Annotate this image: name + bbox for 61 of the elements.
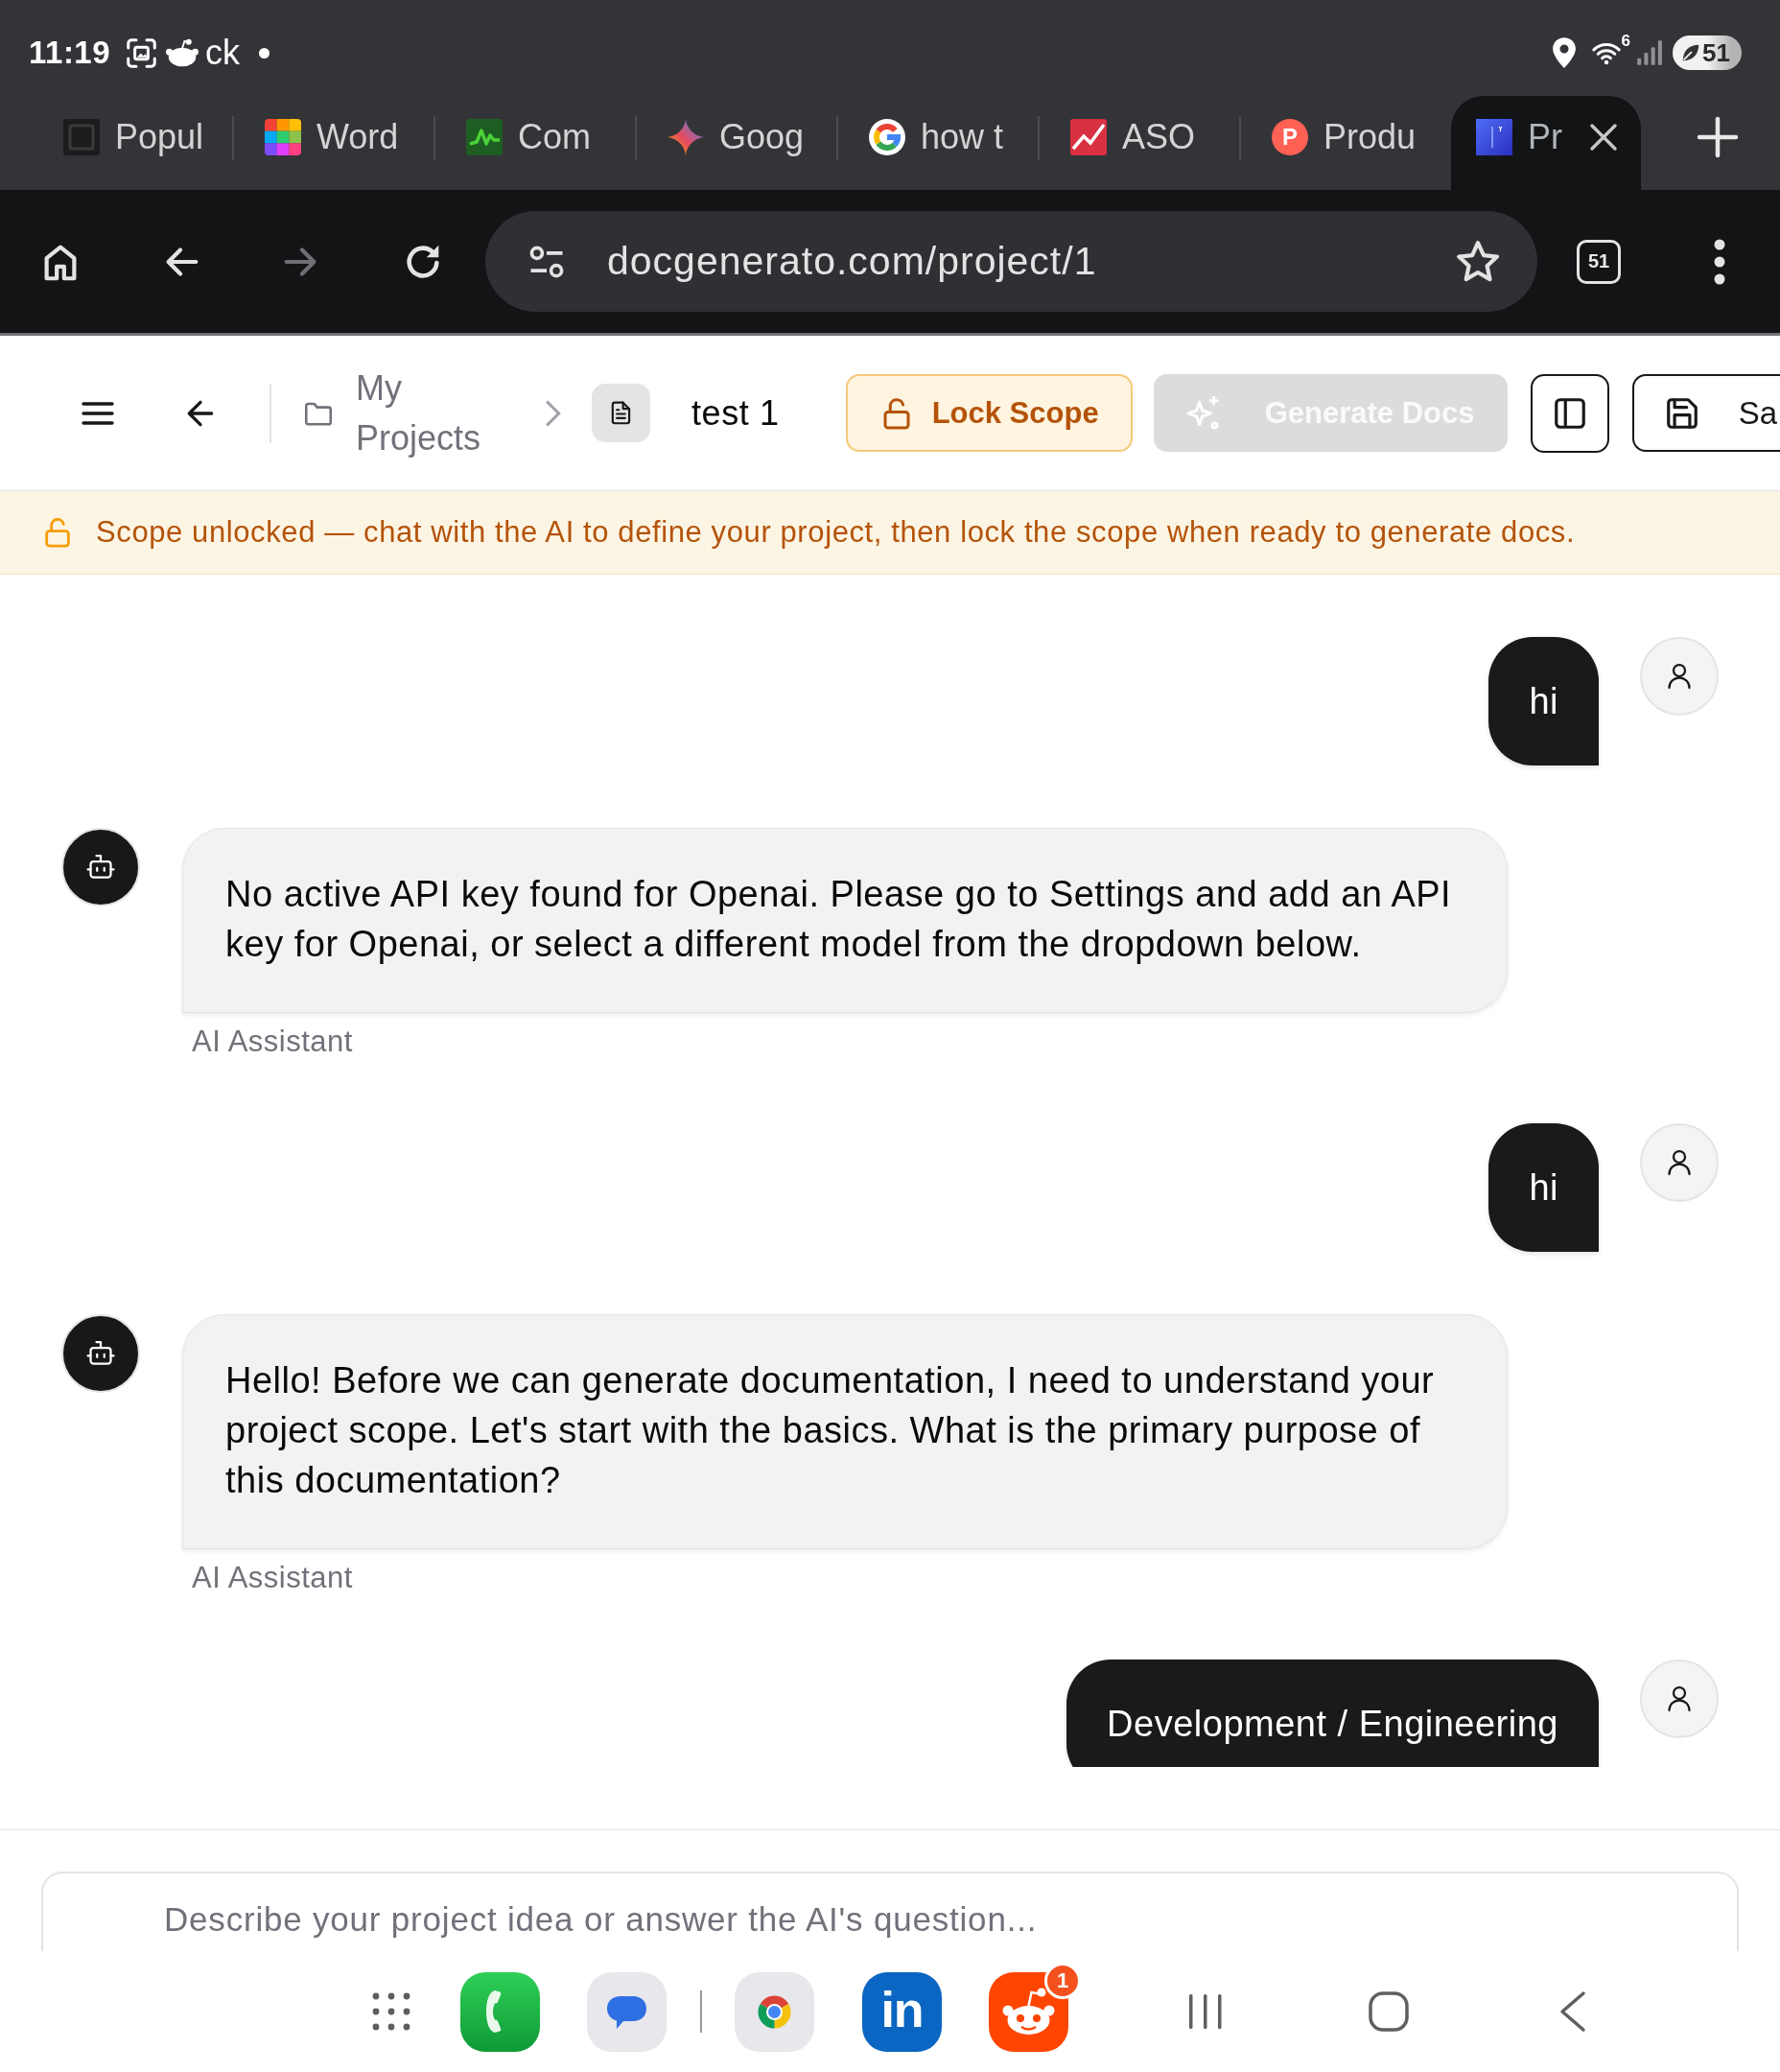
phone-app-icon[interactable] (460, 1971, 540, 2052)
back-chevron-icon[interactable] (1558, 1990, 1587, 2033)
user-message: hi (1488, 1123, 1599, 1252)
robot-avatar-icon (61, 1314, 140, 1393)
lock-scope-button[interactable]: Lock Scope (845, 374, 1133, 452)
browser-tab[interactable]: how t (838, 96, 1038, 190)
breadcrumb-link[interactable]: My Projects (302, 363, 495, 463)
tab-switcher-button[interactable]: 51 (1577, 239, 1621, 284)
signal-icon (1636, 39, 1663, 66)
browser-tab[interactable]: Word (234, 96, 433, 190)
favicon-letter: P (1272, 119, 1308, 155)
assistant-message: No active API key found for Openai. Please go to Settings and add an API key for Openai, or select a different model from the dropdown below. (182, 828, 1508, 1013)
browser-tab[interactable]: P Produ (1241, 96, 1440, 190)
more-menu-icon[interactable] (1712, 238, 1727, 285)
robot-avatar-icon (61, 828, 140, 906)
battery-percent: 51 (1702, 37, 1730, 68)
color-grid-icon (265, 119, 301, 155)
browser-tab[interactable]: Pr (1451, 96, 1641, 190)
g-letter-logo-icon (869, 119, 905, 155)
dot-icon (259, 47, 270, 59)
home-button-icon[interactable] (1369, 1991, 1409, 2032)
browser-tab[interactable]: ASO (1040, 96, 1239, 190)
status-time: 11:19 (29, 35, 111, 71)
document-icon (592, 384, 650, 442)
user-message: hi (1488, 637, 1599, 765)
apps-grid-icon[interactable] (370, 1990, 412, 2033)
message-input[interactable]: Describe your project idea or answer the AI's question... (41, 1872, 1739, 1951)
project-title: test 1 (691, 392, 780, 434)
alien-app-icon[interactable] (989, 1971, 1068, 2052)
square-icon (63, 119, 100, 155)
address-bar[interactable]: docgenerato.com/project/1 (485, 211, 1537, 312)
wifi-generation-label: 6 (1621, 32, 1630, 51)
gradient-tile-icon (1476, 119, 1512, 155)
browser-tab[interactable]: Com (435, 96, 635, 190)
chevron-right-icon (543, 398, 562, 428)
save-button[interactable]: Sa (1631, 374, 1780, 452)
chat-bubble-app-icon[interactable] (587, 1971, 667, 2052)
in-app-button[interactable]: in (862, 1971, 942, 2052)
zigzag-chart-icon (466, 119, 503, 155)
browser-tab[interactable]: Popul (33, 96, 232, 190)
user-avatar-icon (1640, 1123, 1719, 1202)
banner-text: Scope unlocked — chat with the AI to define your project, then lock the scope when ready to generate docs. (96, 515, 1576, 550)
assistant-message: Hello! Before we can generate documentation, I need to understand your project scope. Let's start with the basics. What is the primary purpose of this documentation? (182, 1314, 1508, 1549)
sender-name: AI Assistant (192, 1024, 353, 1060)
close-icon[interactable] (1589, 123, 1618, 152)
notification-text: ck (205, 33, 241, 73)
screenshot-icon (126, 36, 158, 69)
leaf-icon (1680, 42, 1701, 63)
url-text: docgenerato.com/project/1 (607, 239, 1097, 284)
user-avatar-icon (1640, 637, 1719, 716)
alien-icon (165, 38, 200, 67)
browser-app-icon[interactable] (735, 1971, 814, 2052)
sender-name: AI Assistant (192, 1560, 353, 1596)
plus-icon[interactable] (1697, 116, 1739, 158)
panel-toggle-button[interactable] (1530, 373, 1609, 453)
browser-tab[interactable]: Goog (637, 96, 836, 190)
four-point-star-icon (668, 119, 704, 155)
user-message: Development / Engineering (1066, 1660, 1599, 1767)
wifi-icon (1591, 40, 1621, 65)
location-pin-icon (1550, 36, 1578, 69)
user-avatar-icon (1640, 1660, 1719, 1738)
